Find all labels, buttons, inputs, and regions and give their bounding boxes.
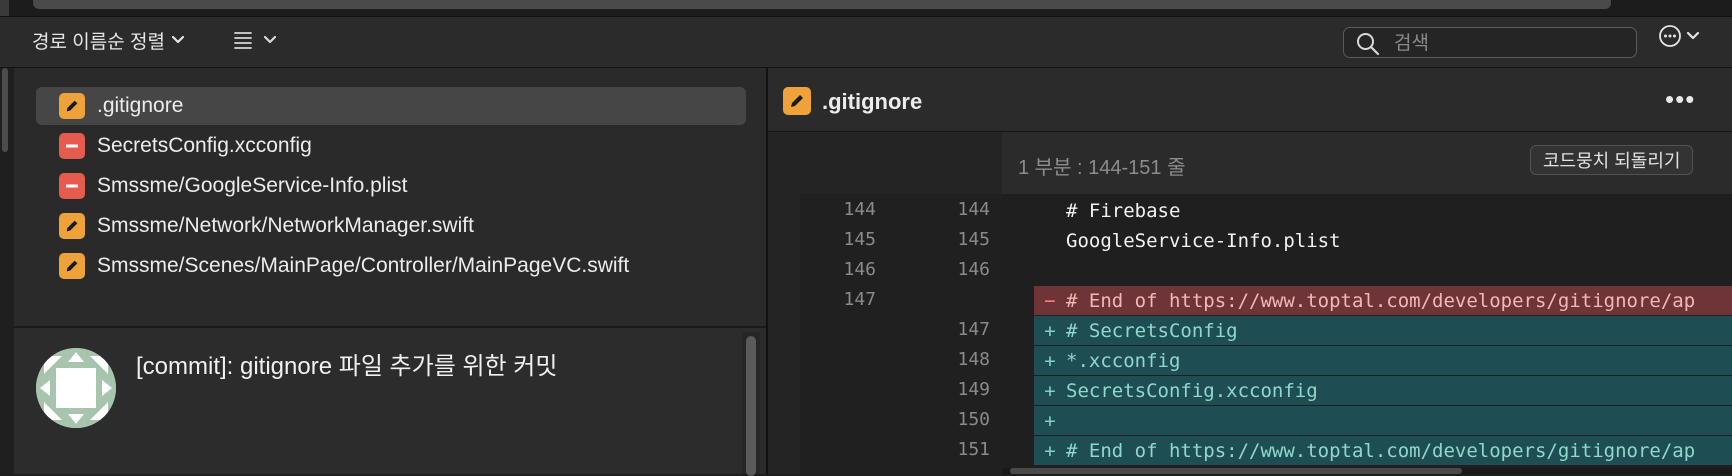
pencil-icon <box>791 95 803 107</box>
old-line-number: 146 <box>843 259 876 280</box>
search-input[interactable] <box>1392 31 1626 57</box>
diff-line-text: # SecretsConfig <box>1066 319 1238 342</box>
new-line-number: 151 <box>957 439 990 460</box>
commit-scrollbar[interactable] <box>746 336 756 476</box>
diff-line-text: SecretsConfig.xcconfig <box>1066 379 1318 402</box>
file-list-item[interactable]: Smssme/Scenes/MainPage/Controller/MainPa… <box>36 247 746 285</box>
file-name: SecretsConfig.xcconfig <box>97 134 312 157</box>
list-icon <box>234 32 252 49</box>
diff-line[interactable]: + <box>1034 406 1732 435</box>
diff-line-text: # Firebase <box>1066 199 1181 222</box>
old-line-number: 147 <box>843 289 876 310</box>
sort-dropdown-button[interactable]: 경로 이름순 정렬 <box>32 29 185 53</box>
plus-icon: + <box>1044 349 1056 372</box>
new-line-number: 149 <box>957 379 990 400</box>
top-scrollbar[interactable] <box>33 0 1611 9</box>
diff-file-title: .gitignore <box>822 89 923 114</box>
chevron-down-icon <box>263 35 277 44</box>
file-list-item[interactable]: SecretsConfig.xcconfig <box>36 127 746 165</box>
old-line-number: 145 <box>843 229 876 250</box>
diff-line[interactable] <box>1034 256 1732 285</box>
file-name: Smssme/Network/NetworkManager.swift <box>97 214 474 237</box>
plus-icon: + <box>1044 379 1056 402</box>
ellipsis-circle-icon <box>1659 25 1681 47</box>
old-line-number: 144 <box>843 199 876 220</box>
pencil-icon <box>59 253 85 279</box>
file-name: Smssme/Scenes/MainPage/Controller/MainPa… <box>97 254 630 277</box>
diff-line[interactable]: # Firebase <box>1034 196 1732 225</box>
new-line-number: 147 <box>957 319 990 340</box>
hunk-label: 1 부분 : 144-151 줄 <box>1018 157 1186 179</box>
diff-line[interactable]: GoogleService-Info.plist <box>1034 226 1732 255</box>
pencil-icon <box>59 93 85 119</box>
avatar <box>36 348 116 428</box>
pencil-icon <box>59 213 85 239</box>
file-list-item[interactable]: Smssme/GoogleService-Info.plist <box>36 167 746 205</box>
chevron-down-icon <box>171 35 185 44</box>
plus-icon: + <box>1044 319 1056 342</box>
file-list-item[interactable]: .gitignore <box>36 87 746 125</box>
new-line-number: 150 <box>957 409 990 430</box>
diff-more-button[interactable]: ••• <box>1665 84 1695 115</box>
commit-message: [commit]: gitignore 파일 추가를 위한 커밋 <box>136 353 558 380</box>
modified-file-icon <box>783 87 811 115</box>
plus-icon: + <box>1044 409 1056 432</box>
sort-label: 경로 이름순 정렬 <box>32 31 165 53</box>
diff-line-text: GoogleService-Info.plist <box>1066 229 1341 252</box>
window-left-edge <box>0 0 9 16</box>
chevron-down-icon <box>1686 31 1700 40</box>
minus-icon <box>59 173 85 199</box>
file-name: .gitignore <box>97 94 184 117</box>
diff-line[interactable]: + *.xcconfig <box>1034 346 1732 375</box>
new-line-number: 148 <box>957 349 990 370</box>
file-list-item[interactable]: Smssme/Network/NetworkManager.swift <box>36 207 746 245</box>
left-scrollbar[interactable] <box>2 68 8 152</box>
new-line-number: 146 <box>957 259 990 280</box>
plus-icon: + <box>1044 439 1056 462</box>
diff-line-text: # End of https://www.toptal.com/develope… <box>1066 439 1696 462</box>
more-options-button[interactable] <box>1658 24 1700 48</box>
diff-hscrollbar[interactable] <box>1010 468 1462 474</box>
view-options-button[interactable] <box>233 28 277 52</box>
diff-line[interactable]: + # SecretsConfig <box>1034 316 1732 345</box>
new-line-number: 144 <box>957 199 990 220</box>
identicon-icon <box>36 348 116 428</box>
diff-line-text: # End of https://www.toptal.com/develope… <box>1066 289 1696 312</box>
diff-line[interactable]: − # End of https://www.toptal.com/develop… <box>1034 286 1732 315</box>
new-line-number: 145 <box>957 229 990 250</box>
diff-line-text: *.xcconfig <box>1066 349 1181 372</box>
diff-line[interactable]: + # End of https://www.toptal.com/develop… <box>1034 436 1732 465</box>
file-name: Smssme/GoogleService-Info.plist <box>97 174 408 197</box>
revert-hunk-button[interactable]: 코드뭉치 되돌리기 <box>1530 145 1694 175</box>
diff-line[interactable]: + SecretsConfig.xcconfig <box>1034 376 1732 405</box>
search-icon <box>1357 33 1380 56</box>
minus-icon <box>59 133 85 159</box>
minus-icon: − <box>1044 289 1056 312</box>
